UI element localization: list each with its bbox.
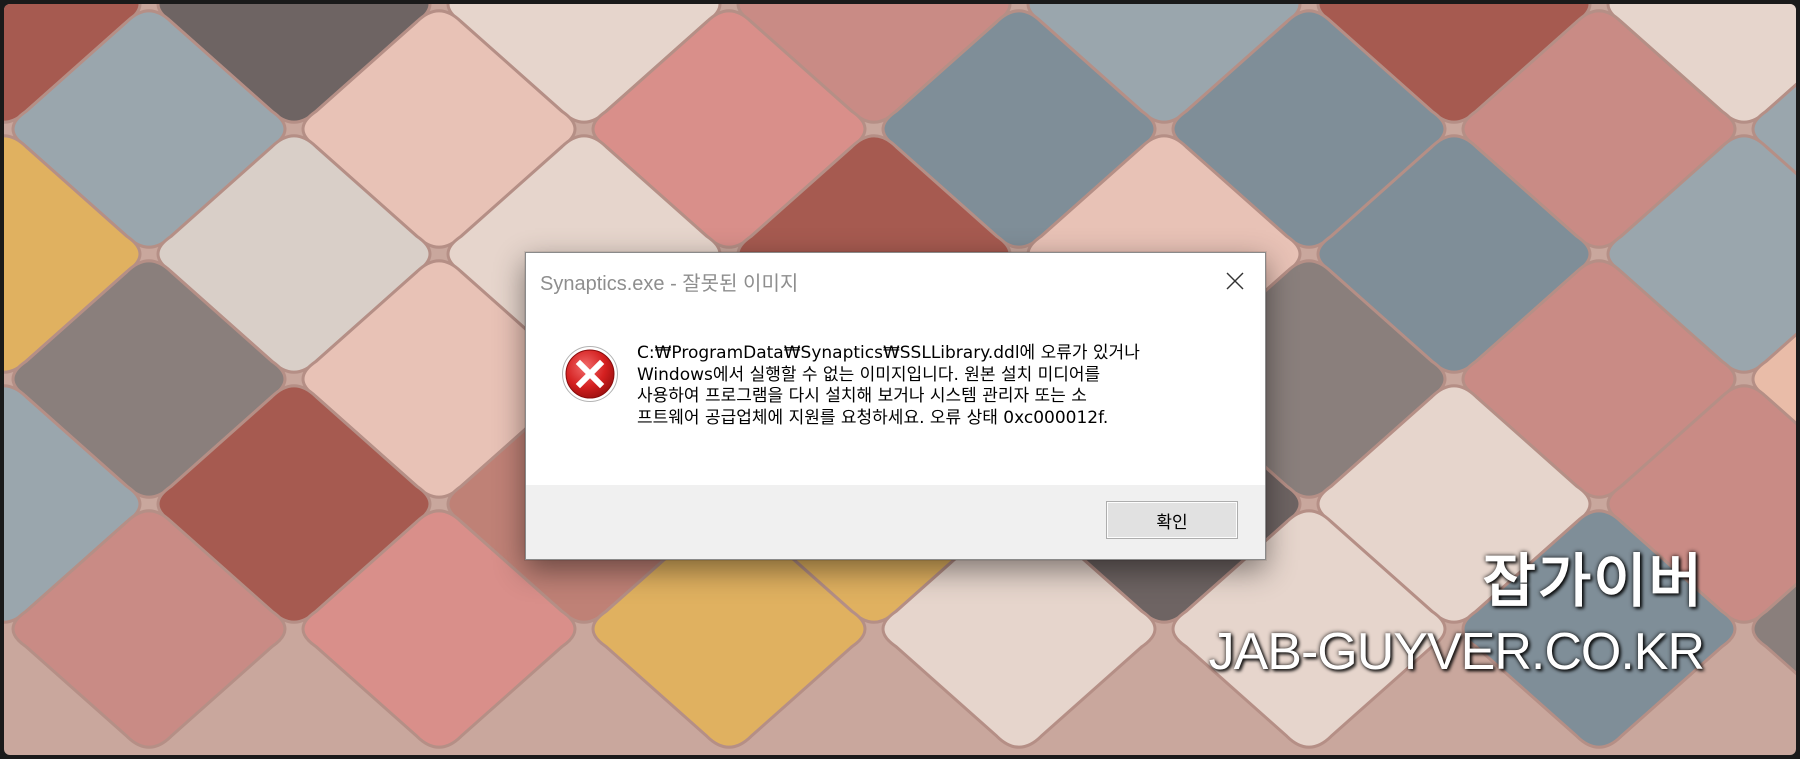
error-x-icon xyxy=(562,346,618,402)
dialog-title: Synaptics.exe - 잘못된 이미지 xyxy=(540,273,799,295)
error-message: C:₩ProgramData₩Synaptics₩SSLLibrary.ddl에… xyxy=(637,343,1140,428)
desktop-wallpaper: Synaptics.exe - 잘못된 이미지 C:₩ProgramData₩S… xyxy=(4,4,1796,755)
ok-button[interactable]: 확인 xyxy=(1106,501,1238,539)
error-dialog: Synaptics.exe - 잘못된 이미지 C:₩ProgramData₩S… xyxy=(525,252,1266,560)
watermark-url: JAB-GUYVER.CO.KR xyxy=(1208,623,1705,681)
dialog-titlebar[interactable]: Synaptics.exe - 잘못된 이미지 xyxy=(526,253,1265,309)
watermark-korean: 잡가이버 xyxy=(1482,547,1704,615)
dialog-body: C:₩ProgramData₩Synaptics₩SSLLibrary.ddl에… xyxy=(526,309,1265,485)
close-icon xyxy=(1226,272,1244,290)
close-button[interactable] xyxy=(1215,263,1255,299)
dialog-footer: 확인 xyxy=(526,485,1265,559)
